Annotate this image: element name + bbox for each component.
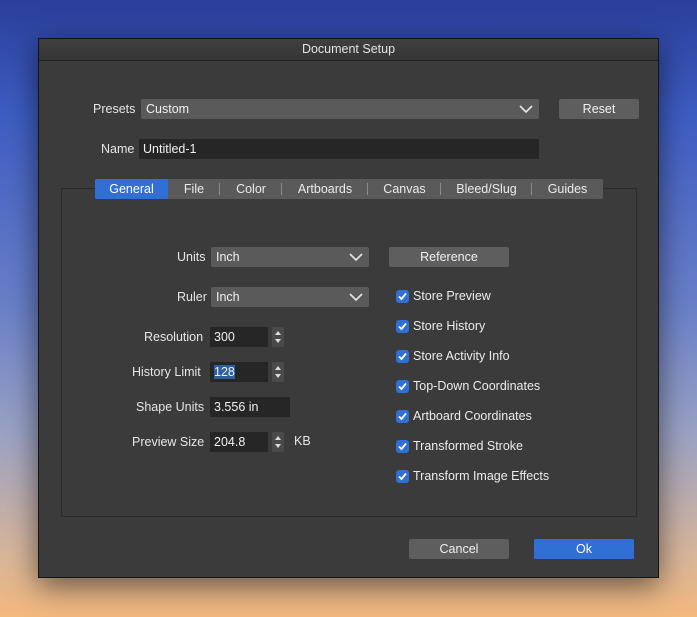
preview-size-stepper[interactable] [272,432,284,452]
reset-button[interactable]: Reset [559,99,639,119]
checkmark-icon [398,472,407,481]
presets-value: Custom [146,102,190,116]
preview-size-label: Preview Size [132,435,205,449]
ruler-value: Inch [216,290,240,304]
store-history-label: Store History [413,319,486,333]
name-label: Name [101,142,135,156]
tab-bleed-slug[interactable]: Bleed/Slug [441,179,532,199]
transform-image-effects-checkbox[interactable] [396,470,409,483]
transformed-stroke-label: Transformed Stroke [413,439,523,453]
name-input[interactable]: Untitled-1 [139,139,539,159]
reference-button[interactable]: Reference [389,247,509,267]
store-activity-info-label: Store Activity Info [413,349,510,363]
checkmark-icon [398,442,407,451]
tab-label: File [183,182,205,196]
tab-label: Color [236,182,266,196]
ok-button[interactable]: Ok [534,539,634,559]
store-preview-label: Store Preview [413,289,491,303]
tab-guides[interactable]: Guides [532,179,603,199]
presets-dropdown[interactable]: Custom [141,99,539,119]
document-setup-dialog: Document Setup Presets Custom Reset Name… [38,38,659,578]
ruler-label: Ruler [177,290,207,304]
preview-size-unit: KB [294,434,311,448]
checkmark-icon [398,352,407,361]
artboard-coordinates-checkbox[interactable] [396,410,409,423]
general-panel [61,188,637,517]
preview-size-input[interactable]: 204.8 [210,432,268,452]
tab-label: Canvas [383,182,426,196]
artboard-coordinates-label: Artboard Coordinates [413,409,532,423]
history-limit-input[interactable]: 128 [210,362,268,382]
transformed-stroke-checkbox[interactable] [396,440,409,453]
tab-bar: General File Color Artboards Canvas Blee… [95,179,603,199]
units-dropdown[interactable]: Inch [211,247,369,267]
tab-file[interactable]: File [168,179,220,199]
presets-label: Presets [93,102,136,116]
tab-color[interactable]: Color [220,179,282,199]
checkmark-icon [398,292,407,301]
resolution-label: Resolution [144,330,204,344]
history-limit-stepper[interactable] [272,362,284,382]
top-down-coordinates-label: Top-Down Coordinates [413,379,541,393]
window-title: Document Setup [39,39,658,61]
checkmark-icon [398,382,407,391]
store-activity-info-checkbox[interactable] [396,350,409,363]
units-label: Units [177,250,206,264]
checkmark-icon [398,322,407,331]
shape-units-label: Shape Units [136,400,205,414]
tab-label: General [109,182,154,196]
store-preview-checkbox[interactable] [396,290,409,303]
cancel-button[interactable]: Cancel [409,539,509,559]
resolution-input[interactable]: 300 [210,327,268,347]
history-limit-label: History Limit [132,365,201,379]
units-value: Inch [216,250,240,264]
top-down-coordinates-checkbox[interactable] [396,380,409,393]
tab-label: Artboards [297,182,353,196]
checkmark-icon [398,412,407,421]
chevron-down-icon [349,293,363,302]
resolution-stepper[interactable] [272,327,284,347]
history-limit-value: 128 [214,365,235,379]
shape-units-input[interactable]: 3.556 in [210,397,290,417]
tab-artboards[interactable]: Artboards [282,179,368,199]
tab-label: Guides [547,182,588,196]
chevron-down-icon [349,253,363,262]
transform-image-effects-label: Transform Image Effects [413,469,550,483]
ruler-dropdown[interactable]: Inch [211,287,369,307]
tab-label: Bleed/Slug [456,182,517,196]
tab-general[interactable]: General [95,179,168,199]
tab-canvas[interactable]: Canvas [368,179,441,199]
store-history-checkbox[interactable] [396,320,409,333]
chevron-down-icon [519,105,533,114]
